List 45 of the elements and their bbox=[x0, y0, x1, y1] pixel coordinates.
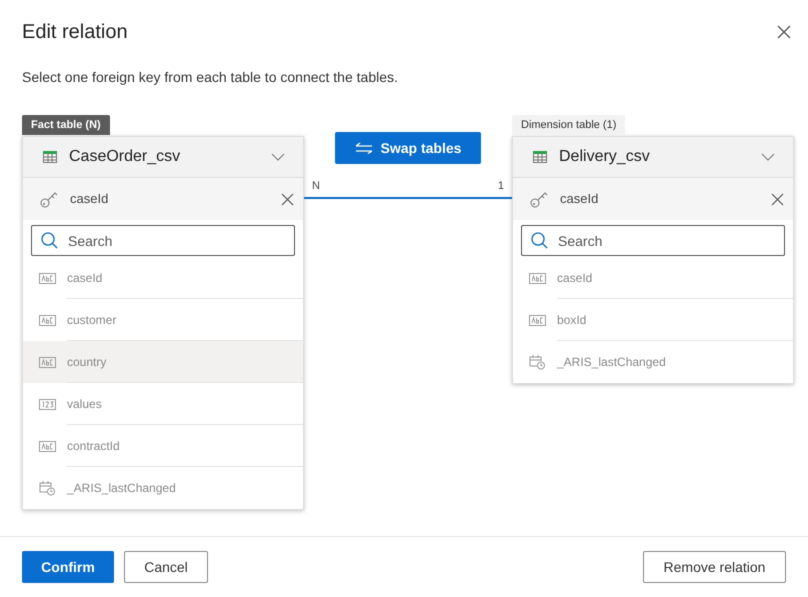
key-icon bbox=[530, 190, 548, 208]
text-type-icon bbox=[529, 314, 546, 326]
search-icon bbox=[41, 232, 58, 249]
field-list-item[interactable]: values bbox=[23, 383, 303, 425]
table-role-label: Dimension table (1) bbox=[512, 115, 626, 135]
text-type-icon bbox=[39, 314, 56, 326]
chevron-down-icon bbox=[761, 153, 775, 161]
table-icon bbox=[43, 151, 57, 163]
search-field[interactable]: Search bbox=[31, 225, 295, 256]
swap-tables-button[interactable]: Swap tables bbox=[334, 132, 482, 164]
table-dropdown[interactable]: Delivery_csv bbox=[513, 137, 793, 178]
cardinality-label: N bbox=[312, 179, 320, 194]
number-type-icon bbox=[39, 398, 56, 410]
remove-relation-button[interactable]: Remove relation bbox=[643, 551, 786, 583]
field-list-item[interactable]: country bbox=[23, 341, 303, 383]
chevron-down-icon bbox=[271, 153, 285, 161]
confirm-button[interactable]: Confirm bbox=[22, 551, 114, 583]
cancel-button[interactable]: Cancel bbox=[124, 551, 208, 583]
swap-icon bbox=[354, 142, 373, 154]
field-list-item[interactable]: caseId bbox=[513, 257, 793, 299]
clear-button[interactable] bbox=[279, 191, 295, 207]
text-type-icon bbox=[529, 272, 546, 284]
text-type-icon bbox=[39, 356, 56, 368]
text-type-icon bbox=[39, 440, 56, 452]
field-list-item[interactable]: boxId bbox=[513, 299, 793, 341]
search-field[interactable]: Search bbox=[521, 225, 785, 256]
text-type-icon bbox=[39, 272, 56, 284]
table-role-label: Fact table (N) bbox=[22, 115, 110, 135]
dialog-title: Edit relation bbox=[22, 20, 128, 45]
selected-key: caseId bbox=[560, 189, 769, 209]
cardinality-label: 1 bbox=[498, 179, 504, 194]
table-icon bbox=[533, 151, 547, 163]
field-list-item[interactable]: caseId bbox=[23, 257, 303, 299]
calendar-clock-icon bbox=[529, 354, 546, 370]
search-icon bbox=[531, 232, 548, 249]
field-list-item[interactable]: _ARIS_lastChanged bbox=[513, 341, 793, 383]
field-list-item[interactable]: contractId bbox=[23, 425, 303, 467]
field-list-item[interactable]: _ARIS_lastChanged bbox=[23, 467, 303, 509]
clear-button[interactable] bbox=[769, 191, 785, 207]
key-icon bbox=[40, 190, 58, 208]
dialog-description: Select one foreign key from each table to connect the tables. bbox=[21, 68, 399, 87]
selected-key: caseId bbox=[70, 189, 279, 209]
table-dropdown[interactable]: CaseOrder_csv bbox=[23, 137, 303, 178]
field-list-item[interactable]: customer bbox=[23, 299, 303, 341]
calendar-clock-icon bbox=[39, 480, 56, 496]
